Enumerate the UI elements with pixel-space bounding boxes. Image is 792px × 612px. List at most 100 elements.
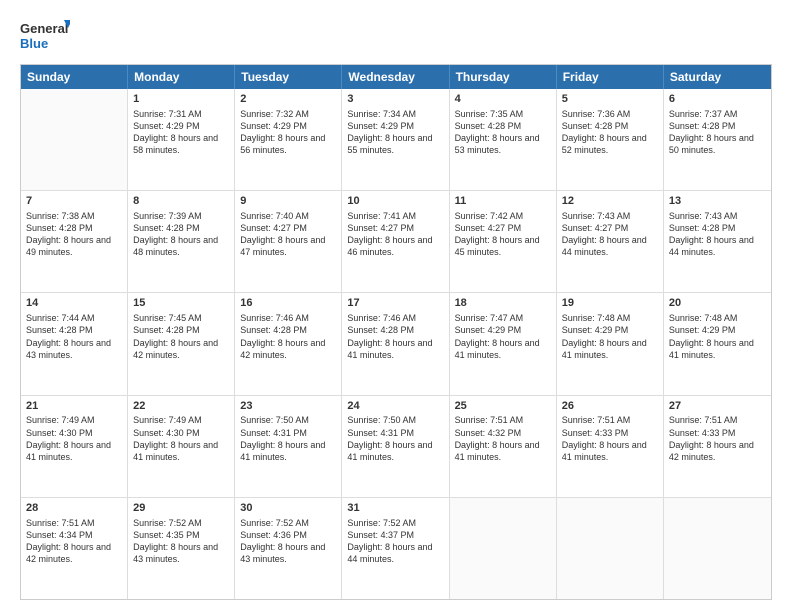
day-cell-8: 8 Sunrise: 7:39 AM Sunset: 4:28 PM Dayli… <box>128 191 235 292</box>
sunrise-text: Sunrise: 7:51 AM <box>562 414 658 426</box>
sunrise-text: Sunrise: 7:39 AM <box>133 210 229 222</box>
logo: General Blue <box>20 18 70 54</box>
sunrise-text: Sunrise: 7:36 AM <box>562 108 658 120</box>
sunset-text: Sunset: 4:27 PM <box>455 222 551 234</box>
sunset-text: Sunset: 4:31 PM <box>347 427 443 439</box>
sunset-text: Sunset: 4:29 PM <box>455 324 551 336</box>
weekday-header-sunday: Sunday <box>21 65 128 89</box>
daylight-text: Daylight: 8 hours and 58 minutes. <box>133 132 229 156</box>
sunset-text: Sunset: 4:37 PM <box>347 529 443 541</box>
svg-text:Blue: Blue <box>20 36 48 51</box>
daylight-text: Daylight: 8 hours and 42 minutes. <box>240 337 336 361</box>
daylight-text: Daylight: 8 hours and 41 minutes. <box>455 439 551 463</box>
sunrise-text: Sunrise: 7:50 AM <box>240 414 336 426</box>
sunrise-text: Sunrise: 7:51 AM <box>669 414 766 426</box>
weekday-header-monday: Monday <box>128 65 235 89</box>
day-number: 22 <box>133 399 229 414</box>
day-cell-27: 27 Sunrise: 7:51 AM Sunset: 4:33 PM Dayl… <box>664 396 771 497</box>
daylight-text: Daylight: 8 hours and 46 minutes. <box>347 234 443 258</box>
sunset-text: Sunset: 4:28 PM <box>562 120 658 132</box>
sunrise-text: Sunrise: 7:48 AM <box>562 312 658 324</box>
daylight-text: Daylight: 8 hours and 42 minutes. <box>26 541 122 565</box>
daylight-text: Daylight: 8 hours and 55 minutes. <box>347 132 443 156</box>
sunset-text: Sunset: 4:32 PM <box>455 427 551 439</box>
day-cell-25: 25 Sunrise: 7:51 AM Sunset: 4:32 PM Dayl… <box>450 396 557 497</box>
day-number: 13 <box>669 194 766 209</box>
sunrise-text: Sunrise: 7:40 AM <box>240 210 336 222</box>
sunrise-text: Sunrise: 7:49 AM <box>133 414 229 426</box>
day-cell-30: 30 Sunrise: 7:52 AM Sunset: 4:36 PM Dayl… <box>235 498 342 599</box>
day-number: 7 <box>26 194 122 209</box>
daylight-text: Daylight: 8 hours and 41 minutes. <box>562 439 658 463</box>
daylight-text: Daylight: 8 hours and 48 minutes. <box>133 234 229 258</box>
sunrise-text: Sunrise: 7:48 AM <box>669 312 766 324</box>
day-cell-15: 15 Sunrise: 7:45 AM Sunset: 4:28 PM Dayl… <box>128 293 235 394</box>
sunset-text: Sunset: 4:31 PM <box>240 427 336 439</box>
sunset-text: Sunset: 4:33 PM <box>562 427 658 439</box>
sunrise-text: Sunrise: 7:38 AM <box>26 210 122 222</box>
day-cell-13: 13 Sunrise: 7:43 AM Sunset: 4:28 PM Dayl… <box>664 191 771 292</box>
sunrise-text: Sunrise: 7:51 AM <box>455 414 551 426</box>
weekday-header-saturday: Saturday <box>664 65 771 89</box>
daylight-text: Daylight: 8 hours and 44 minutes. <box>562 234 658 258</box>
weekday-header-thursday: Thursday <box>450 65 557 89</box>
day-cell-9: 9 Sunrise: 7:40 AM Sunset: 4:27 PM Dayli… <box>235 191 342 292</box>
empty-cell <box>664 498 771 599</box>
day-cell-14: 14 Sunrise: 7:44 AM Sunset: 4:28 PM Dayl… <box>21 293 128 394</box>
calendar: SundayMondayTuesdayWednesdayThursdayFrid… <box>20 64 772 600</box>
sunrise-text: Sunrise: 7:46 AM <box>240 312 336 324</box>
sunset-text: Sunset: 4:34 PM <box>26 529 122 541</box>
sunset-text: Sunset: 4:29 PM <box>562 324 658 336</box>
sunset-text: Sunset: 4:27 PM <box>347 222 443 234</box>
sunrise-text: Sunrise: 7:52 AM <box>240 517 336 529</box>
day-cell-28: 28 Sunrise: 7:51 AM Sunset: 4:34 PM Dayl… <box>21 498 128 599</box>
day-cell-16: 16 Sunrise: 7:46 AM Sunset: 4:28 PM Dayl… <box>235 293 342 394</box>
sunset-text: Sunset: 4:29 PM <box>347 120 443 132</box>
day-cell-18: 18 Sunrise: 7:47 AM Sunset: 4:29 PM Dayl… <box>450 293 557 394</box>
day-number: 27 <box>669 399 766 414</box>
sunset-text: Sunset: 4:35 PM <box>133 529 229 541</box>
sunrise-text: Sunrise: 7:37 AM <box>669 108 766 120</box>
day-cell-2: 2 Sunrise: 7:32 AM Sunset: 4:29 PM Dayli… <box>235 89 342 190</box>
day-number: 24 <box>347 399 443 414</box>
day-number: 17 <box>347 296 443 311</box>
calendar-row-4: 21 Sunrise: 7:49 AM Sunset: 4:30 PM Dayl… <box>21 396 771 498</box>
daylight-text: Daylight: 8 hours and 49 minutes. <box>26 234 122 258</box>
day-cell-1: 1 Sunrise: 7:31 AM Sunset: 4:29 PM Dayli… <box>128 89 235 190</box>
daylight-text: Daylight: 8 hours and 44 minutes. <box>347 541 443 565</box>
daylight-text: Daylight: 8 hours and 42 minutes. <box>669 439 766 463</box>
day-number: 9 <box>240 194 336 209</box>
sunset-text: Sunset: 4:33 PM <box>669 427 766 439</box>
daylight-text: Daylight: 8 hours and 45 minutes. <box>455 234 551 258</box>
day-number: 15 <box>133 296 229 311</box>
calendar-row-1: 1 Sunrise: 7:31 AM Sunset: 4:29 PM Dayli… <box>21 89 771 191</box>
daylight-text: Daylight: 8 hours and 41 minutes. <box>455 337 551 361</box>
logo-svg: General Blue <box>20 18 70 54</box>
daylight-text: Daylight: 8 hours and 42 minutes. <box>133 337 229 361</box>
day-number: 19 <box>562 296 658 311</box>
daylight-text: Daylight: 8 hours and 43 minutes. <box>240 541 336 565</box>
sunset-text: Sunset: 4:28 PM <box>133 222 229 234</box>
day-cell-5: 5 Sunrise: 7:36 AM Sunset: 4:28 PM Dayli… <box>557 89 664 190</box>
sunrise-text: Sunrise: 7:43 AM <box>562 210 658 222</box>
daylight-text: Daylight: 8 hours and 43 minutes. <box>26 337 122 361</box>
day-cell-21: 21 Sunrise: 7:49 AM Sunset: 4:30 PM Dayl… <box>21 396 128 497</box>
sunrise-text: Sunrise: 7:32 AM <box>240 108 336 120</box>
calendar-row-5: 28 Sunrise: 7:51 AM Sunset: 4:34 PM Dayl… <box>21 498 771 599</box>
sunrise-text: Sunrise: 7:45 AM <box>133 312 229 324</box>
sunset-text: Sunset: 4:30 PM <box>26 427 122 439</box>
sunrise-text: Sunrise: 7:34 AM <box>347 108 443 120</box>
header: General Blue <box>20 18 772 54</box>
calendar-row-3: 14 Sunrise: 7:44 AM Sunset: 4:28 PM Dayl… <box>21 293 771 395</box>
daylight-text: Daylight: 8 hours and 41 minutes. <box>347 439 443 463</box>
daylight-text: Daylight: 8 hours and 44 minutes. <box>669 234 766 258</box>
sunset-text: Sunset: 4:28 PM <box>240 324 336 336</box>
daylight-text: Daylight: 8 hours and 41 minutes. <box>26 439 122 463</box>
sunset-text: Sunset: 4:28 PM <box>133 324 229 336</box>
day-cell-23: 23 Sunrise: 7:50 AM Sunset: 4:31 PM Dayl… <box>235 396 342 497</box>
day-number: 14 <box>26 296 122 311</box>
daylight-text: Daylight: 8 hours and 56 minutes. <box>240 132 336 156</box>
day-number: 2 <box>240 92 336 107</box>
day-number: 11 <box>455 194 551 209</box>
day-cell-6: 6 Sunrise: 7:37 AM Sunset: 4:28 PM Dayli… <box>664 89 771 190</box>
